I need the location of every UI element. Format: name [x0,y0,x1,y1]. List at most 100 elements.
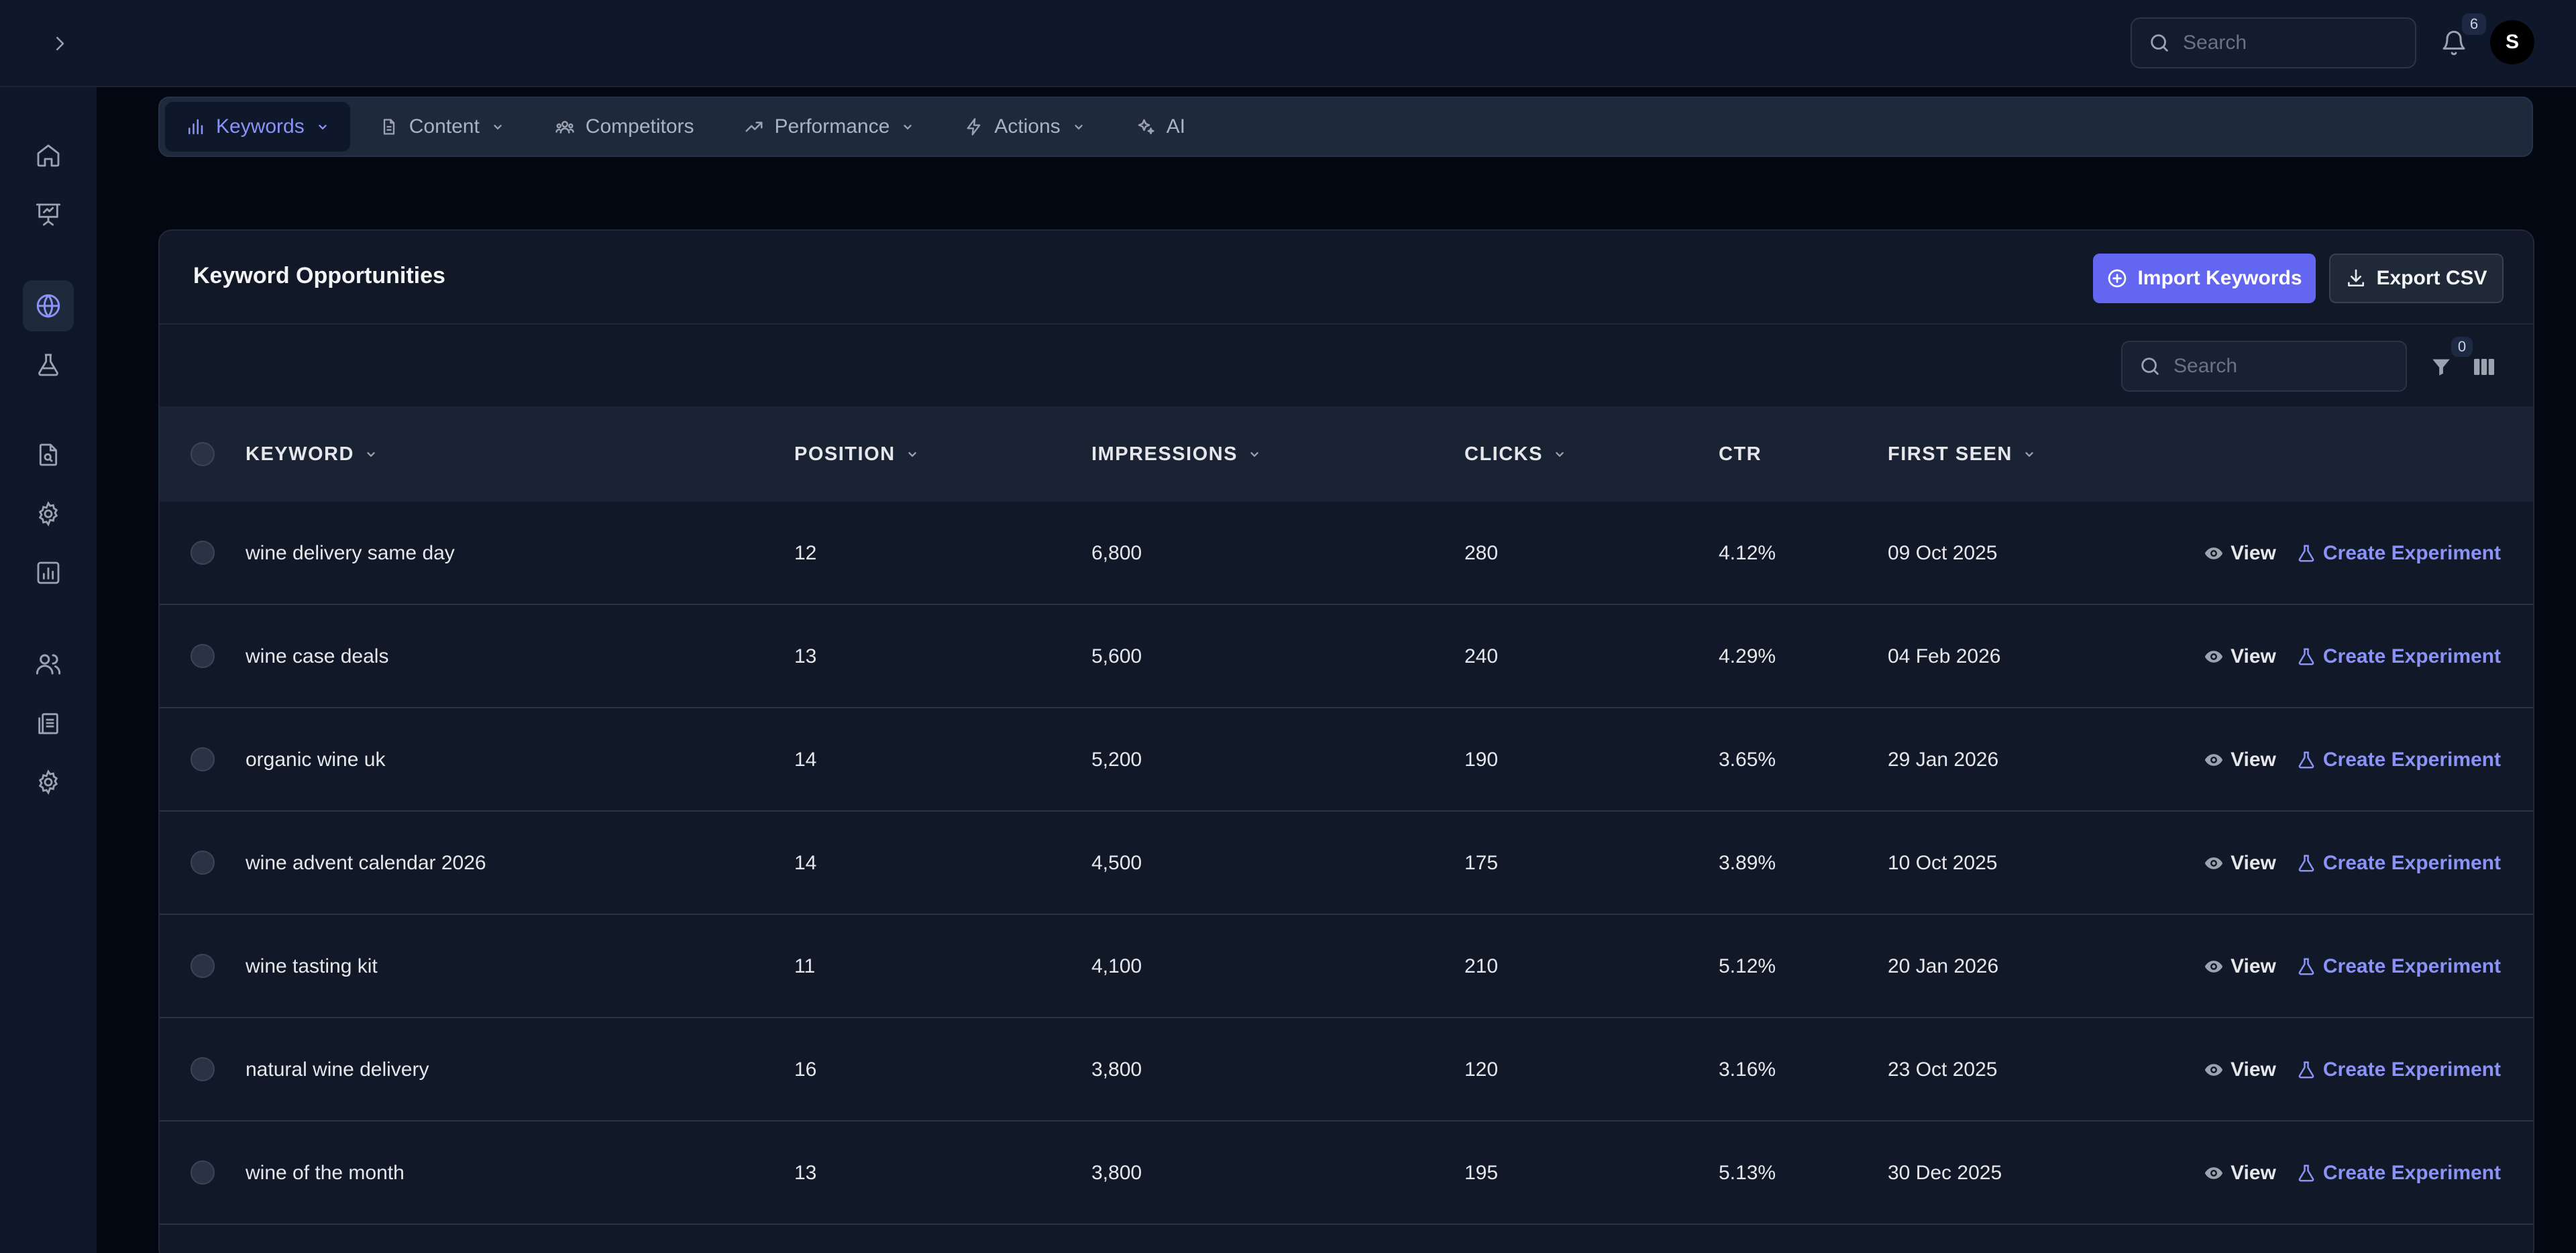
create-experiment-label: Create Experiment [2322,852,2501,874]
create-experiment-label: Create Experiment [2322,1162,2501,1184]
column-header-keyword[interactable]: KEYWORD [246,406,378,502]
column-header-ctr[interactable]: CTR [1719,406,1762,502]
row-checkbox[interactable] [191,954,215,978]
home-icon [37,144,60,167]
tab-performance[interactable]: Performance [724,102,936,152]
chevron-down-icon [1071,119,1086,134]
cell-ctr: 5.13% [1719,1162,1776,1184]
create-experiment-link[interactable]: Create Experiment [2296,542,2501,565]
select-all-checkbox[interactable] [191,442,215,466]
column-label: IMPRESSIONS [1091,443,1238,465]
sidebar-item-settings[interactable] [23,488,74,539]
global-search-input[interactable] [2183,32,2384,54]
sidebar-item-seo[interactable] [23,280,74,331]
row-checkbox[interactable] [191,644,215,668]
row-checkbox[interactable] [191,541,215,565]
tab-content[interactable]: Content [360,102,525,152]
column-header-clicks[interactable]: CLICKS [1464,406,1567,502]
cell-first-seen: 23 Oct 2025 [1888,1058,1998,1081]
columns-button[interactable] [2467,350,2501,384]
tab-ai[interactable]: AI [1116,102,1205,152]
tab-actions[interactable]: Actions [945,102,1106,152]
cell-position: 14 [794,749,817,771]
sidebar-item-analytics[interactable] [23,547,74,598]
table-row: wine of the month 13 3,800 195 5.13% 30 … [160,1122,2533,1225]
expand-sidebar-button[interactable] [43,27,76,60]
view-label: View [2231,645,2276,667]
sidebar-item-preferences[interactable] [23,757,74,808]
cell-impressions: 5,600 [1091,645,1142,667]
sidebar-item-content-search[interactable] [23,429,74,480]
view-link[interactable]: View [2204,749,2276,771]
search-icon [2141,358,2159,375]
view-link[interactable]: View [2204,645,2276,668]
create-experiment-link[interactable]: Create Experiment [2296,749,2501,771]
sidebar-item-home[interactable] [23,130,74,181]
sidebar-item-reports[interactable] [23,698,74,749]
users-icon [36,654,61,675]
search-icon [2151,34,2168,52]
tab-label: Competitors [585,115,694,138]
chevron-down-icon [1552,447,1567,461]
cell-clicks: 195 [1464,1162,1499,1184]
columns-icon [2474,359,2494,375]
import-keywords-button[interactable]: Import Keywords [2093,254,2316,303]
column-header-impressions[interactable]: IMPRESSIONS [1091,406,1262,502]
row-actions: View Create Experiment [2204,502,2501,605]
tab-label: AI [1166,115,1186,138]
sidebar-item-users[interactable] [23,639,74,690]
users-group-icon [555,117,575,137]
table-search-input[interactable] [2174,355,2375,378]
row-checkbox[interactable] [191,1057,215,1081]
notification-badge: 6 [2462,13,2486,35]
cell-position: 13 [794,645,817,667]
export-csv-button[interactable]: Export CSV [2329,254,2504,303]
create-experiment-link[interactable]: Create Experiment [2296,645,2501,668]
tab-competitors[interactable]: Competitors [535,102,714,152]
tab-label: Keywords [216,115,305,138]
sparkles-icon [1136,117,1156,137]
flask-icon [2296,957,2316,977]
row-checkbox[interactable] [191,851,215,875]
chevron-down-icon [490,119,505,134]
view-link[interactable]: View [2204,542,2276,565]
column-header-position[interactable]: POSITION [794,406,920,502]
file-icon [380,117,398,136]
view-link[interactable]: View [2204,1058,2276,1081]
cell-keyword: wine delivery same day [246,542,455,564]
row-checkbox[interactable] [191,1160,215,1185]
sidebar-item-experiments[interactable] [23,339,74,390]
create-experiment-link[interactable]: Create Experiment [2296,955,2501,978]
card-header: Keyword Opportunities Import Keywords Ex… [160,231,2533,325]
tab-keywords[interactable]: Keywords [165,102,350,152]
global-search[interactable] [2131,17,2416,68]
avatar[interactable]: S [2490,20,2534,64]
eye-icon [2204,647,2224,667]
view-link[interactable]: View [2204,955,2276,978]
cell-clicks: 280 [1464,542,1499,564]
cell-keyword: wine tasting kit [246,955,378,977]
trend-up-icon [744,117,764,137]
sidebar [0,87,97,1253]
column-header-first-seen[interactable]: FIRST SEEN [1888,406,2037,502]
column-label: CLICKS [1464,443,1543,465]
presentation-icon [36,203,61,226]
cell-ctr: 3.16% [1719,1058,1776,1081]
view-link[interactable]: View [2204,852,2276,875]
cell-first-seen: 10 Oct 2025 [1888,852,1998,874]
row-actions: View Create Experiment [2204,605,2501,708]
create-experiment-link[interactable]: Create Experiment [2296,852,2501,875]
create-experiment-link[interactable]: Create Experiment [2296,1058,2501,1081]
cell-impressions: 5,200 [1091,749,1142,771]
cell-first-seen: 30 Dec 2025 [1888,1162,2002,1184]
create-experiment-label: Create Experiment [2322,955,2501,977]
create-experiment-link[interactable]: Create Experiment [2296,1162,2501,1185]
eye-icon [2204,957,2224,977]
cell-ctr: 3.89% [1719,852,1776,874]
view-link[interactable]: View [2204,1162,2276,1185]
cell-keyword: wine of the month [246,1162,405,1184]
table-search[interactable] [2121,341,2407,392]
sidebar-item-presentation[interactable] [23,189,74,240]
row-checkbox[interactable] [191,747,215,771]
cell-position: 13 [794,1162,817,1184]
